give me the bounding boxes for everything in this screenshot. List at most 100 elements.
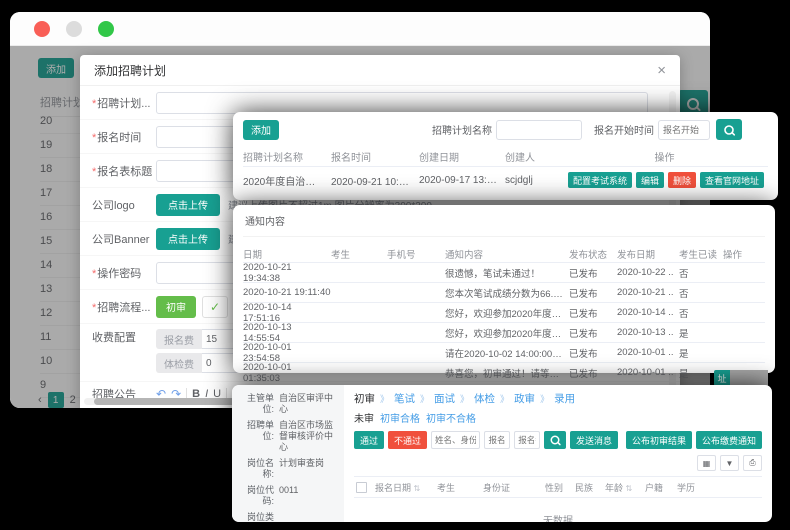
tab-separator: 》: [500, 392, 509, 405]
publish-date-cell: 2020-10-14 ..: [617, 307, 679, 318]
upload-logo-button[interactable]: 点击上传: [156, 194, 220, 216]
notice-row[interactable]: 2020-10-21 19:11:40 您本次笔试成绩分数为66.52分 已发布…: [243, 282, 765, 302]
plan-panel-toolbar: 添加 招聘计划名称 报名开始时间: [243, 119, 768, 140]
column-header: 操作: [561, 149, 768, 164]
plan-table: 招聘计划名称 报名时间 创建日期 创建人 操作 2020年度自治区市场监.. 2…: [243, 146, 768, 193]
fail-button[interactable]: 不通过: [388, 431, 427, 449]
info-label: 招聘单位:: [238, 420, 274, 453]
plan-name-input[interactable]: [156, 92, 648, 114]
filter-passed[interactable]: 初审合格: [380, 410, 420, 425]
notice-panel-title: 通知内容: [243, 211, 765, 237]
search-icon: [724, 125, 734, 135]
maximize-window-icon[interactable]: [98, 21, 114, 37]
column-header: 招聘计划名称: [243, 149, 331, 164]
tab-hired[interactable]: 录用: [554, 391, 575, 406]
partial-url-button[interactable]: 址: [714, 370, 730, 386]
sort-icon[interactable]: ⇅: [414, 484, 421, 493]
tab-separator: 》: [420, 392, 429, 405]
flow-step-first-audit[interactable]: 初审: [156, 296, 196, 318]
column-header: 考生: [331, 247, 387, 261]
info-pair: 岗位名称: 计划审查岗: [238, 458, 338, 480]
column-header: 报名日期 ⇅: [375, 481, 437, 494]
field-label: 公司Banner: [92, 231, 156, 247]
required-mark: *: [92, 98, 96, 110]
publish-date-cell: 2020-10-01 ..: [617, 367, 679, 378]
info-label: 岗位名称:: [238, 458, 274, 480]
date-cell: 2020-10-01 01:35:03: [243, 362, 331, 384]
screenshot-stage: 添加 招聘计划名称 20 19 18 17 16 15 14 13 12 11 …: [0, 0, 790, 530]
column-header: 民族: [575, 481, 605, 494]
notice-row[interactable]: 2020-10-01 23:54:58 请在2020-10-02 14:00:0…: [243, 342, 765, 362]
filter-unreviewed[interactable]: 未审: [354, 410, 374, 425]
minimize-window-icon[interactable]: [66, 21, 82, 37]
view-site-url-button[interactable]: 查看官网地址: [700, 172, 764, 188]
tab-separator: 》: [380, 392, 389, 405]
status-cell: 已发布: [569, 306, 617, 320]
field-label: 收费配置: [92, 329, 156, 345]
column-header: 手机号: [387, 247, 445, 261]
candidate-search-input[interactable]: [431, 431, 480, 449]
delete-button[interactable]: 删除: [668, 172, 696, 188]
check-icon[interactable]: ✓: [202, 296, 228, 318]
apply-start-input[interactable]: [484, 431, 510, 449]
column-header: 考生已读: [679, 247, 723, 261]
pass-button[interactable]: 通过: [354, 431, 384, 449]
edit-button[interactable]: 编辑: [636, 172, 664, 188]
tab-medical-exam[interactable]: 体检: [474, 391, 495, 406]
read-cell: 是: [679, 346, 723, 360]
stage-tabs: 初审 》 笔试 》 面试 》 体检 》 政审 》 录用: [354, 391, 762, 406]
select-all-checkbox[interactable]: [356, 482, 367, 493]
audit-search-button[interactable]: [544, 431, 566, 449]
dialog-header: 添加招聘计划 ×: [80, 55, 680, 86]
date-cell: 2020-10-21 19:11:40: [243, 287, 331, 298]
plan-list-panel: 添加 招聘计划名称 报名开始时间 招聘计划名称 报名时间 创建日期 创建人 操作…: [233, 112, 778, 200]
apply-end-input[interactable]: [514, 431, 540, 449]
publish-result-button[interactable]: 公布初审结果: [626, 431, 692, 449]
filter-icon[interactable]: ▼: [720, 455, 739, 471]
filter-failed[interactable]: 初审不合格: [426, 410, 476, 425]
tab-written-test[interactable]: 笔试: [394, 391, 415, 406]
audit-table-header-row: 报名日期 ⇅ 考生 身份证 性别 民族 年龄 ⇅ 户籍 学历: [354, 476, 762, 498]
column-header: 户籍: [645, 481, 677, 494]
publish-fee-notice-button[interactable]: 公布缴费通知: [696, 431, 762, 449]
column-header: 操作: [723, 247, 763, 261]
plan-search-button[interactable]: [716, 119, 742, 140]
plan-name-search-label: 招聘计划名称: [432, 122, 492, 137]
column-header: 通知内容: [445, 247, 569, 261]
content-cell: 您好，欢迎参加2020年度自治区市场...: [445, 306, 569, 320]
tab-political-review[interactable]: 政审: [514, 391, 535, 406]
add-plan-button[interactable]: 添加: [243, 120, 279, 140]
read-cell: 否: [679, 286, 723, 300]
status-cell: 已发布: [569, 346, 617, 360]
audit-main: 初审 》 笔试 》 面试 》 体检 》 政审 》 录用 未审 初审合格 初审不合…: [344, 385, 772, 522]
plan-table-header-row: 招聘计划名称 报名时间 创建日期 创建人 操作: [243, 146, 768, 166]
required-mark: *: [92, 132, 96, 144]
upload-banner-button[interactable]: 点击上传: [156, 228, 220, 250]
notice-row[interactable]: 2020-10-13 14:55:54 您好，欢迎参加2020年度自治区市场..…: [243, 322, 765, 342]
plan-name-search-input[interactable]: [496, 120, 582, 140]
notice-row[interactable]: 2020-10-14 17:51:16 您好，欢迎参加2020年度自治区市场..…: [243, 302, 765, 322]
close-window-icon[interactable]: [34, 21, 50, 37]
apply-time-cell: 2020-09-21 10:00到2020...: [331, 173, 419, 188]
field-label: *报名时间: [92, 129, 156, 145]
notice-row[interactable]: 2020-10-01 01:35:03 恭喜您，初审通过！请等待进一步通知 已发…: [243, 362, 765, 382]
date-cell: 2020-10-14 17:51:16: [243, 302, 331, 324]
sort-icon[interactable]: ⇅: [626, 484, 633, 493]
publish-date-cell: 2020-10-21 ..: [617, 287, 679, 298]
content-cell: 很遗憾，笔试未通过！: [445, 266, 569, 280]
columns-icon[interactable]: ▦: [697, 455, 716, 471]
start-time-input[interactable]: [658, 120, 710, 140]
info-pair: 岗位类: [238, 512, 338, 522]
column-header: 创建人: [505, 149, 561, 164]
plan-table-row[interactable]: 2020年度自治区市场监.. 2020-09-21 10:00到2020... …: [243, 166, 768, 193]
notice-table-header-row: 日期 考生 手机号 通知内容 发布状态 发布日期 考生已读 操作: [243, 245, 765, 262]
tab-interview[interactable]: 面试: [434, 391, 455, 406]
print-icon[interactable]: ⎙: [743, 455, 762, 471]
configure-exam-button[interactable]: 配置考试系统: [568, 172, 632, 188]
info-value: 0011: [279, 485, 298, 507]
close-icon[interactable]: ×: [657, 62, 666, 79]
tab-first-audit[interactable]: 初审: [354, 391, 375, 406]
send-message-button[interactable]: 发送消息: [570, 431, 618, 449]
notice-panel: 通知内容 日期 考生 手机号 通知内容 发布状态 发布日期 考生已读 操作 20…: [233, 205, 775, 373]
notice-row[interactable]: 2020-10-21 19:34:38 很遗憾，笔试未通过！ 已发布 2020-…: [243, 262, 765, 282]
